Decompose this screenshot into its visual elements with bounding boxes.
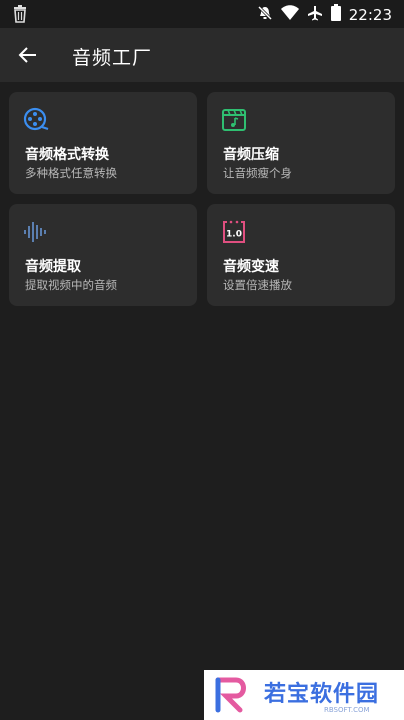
tool-card-subtitle: 提取视频中的音频 (25, 278, 117, 292)
tool-card-subtitle: 多种格式任意转换 (25, 166, 117, 180)
waveform-icon (23, 219, 49, 245)
speed-badge: 1.0 (226, 230, 242, 240)
speed-1x-icon: 1.0 (221, 219, 247, 245)
clapperboard-music-icon (221, 107, 247, 133)
watermark-text: 若宝软件园 (264, 682, 380, 707)
watermark: 若宝软件园 RBSOFT.COM (204, 670, 404, 720)
trash-icon (12, 5, 28, 27)
tool-card-title: 音频变速 (223, 259, 279, 275)
watermark-logo-icon (214, 676, 254, 714)
back-button[interactable] (12, 39, 44, 71)
tool-card-extract[interactable]: 音频提取 提取视频中的音频 (9, 204, 197, 306)
tool-card-title: 音频格式转换 (25, 147, 109, 163)
status-bar: 22:23 (0, 0, 404, 28)
tool-card-compress[interactable]: 音频压缩 让音频瘦个身 (207, 92, 395, 194)
tool-card-title: 音频提取 (25, 259, 81, 275)
wifi-icon (280, 4, 299, 25)
watermark-subtext: RBSOFT.COM (324, 706, 370, 714)
film-reel-icon (23, 107, 49, 133)
tool-grid: 音频格式转换 多种格式任意转换 音频压缩 让音频瘦个身 音频提取 提取视频中的音… (9, 92, 395, 306)
status-time: 22:23 (348, 5, 392, 24)
app-bar: 音频工厂 (0, 28, 404, 82)
page-title: 音频工厂 (72, 47, 153, 69)
tool-card-subtitle: 让音频瘦个身 (223, 166, 292, 180)
battery-icon (330, 4, 341, 25)
tool-card-subtitle: 设置倍速播放 (223, 278, 292, 292)
mute-icon (257, 5, 273, 25)
airplane-icon (307, 5, 323, 25)
tool-card-format-convert[interactable]: 音频格式转换 多种格式任意转换 (9, 92, 197, 194)
arrow-left-icon (18, 47, 36, 63)
tool-card-title: 音频压缩 (223, 147, 279, 163)
tool-card-speed[interactable]: 1.0 音频变速 设置倍速播放 (207, 204, 395, 306)
